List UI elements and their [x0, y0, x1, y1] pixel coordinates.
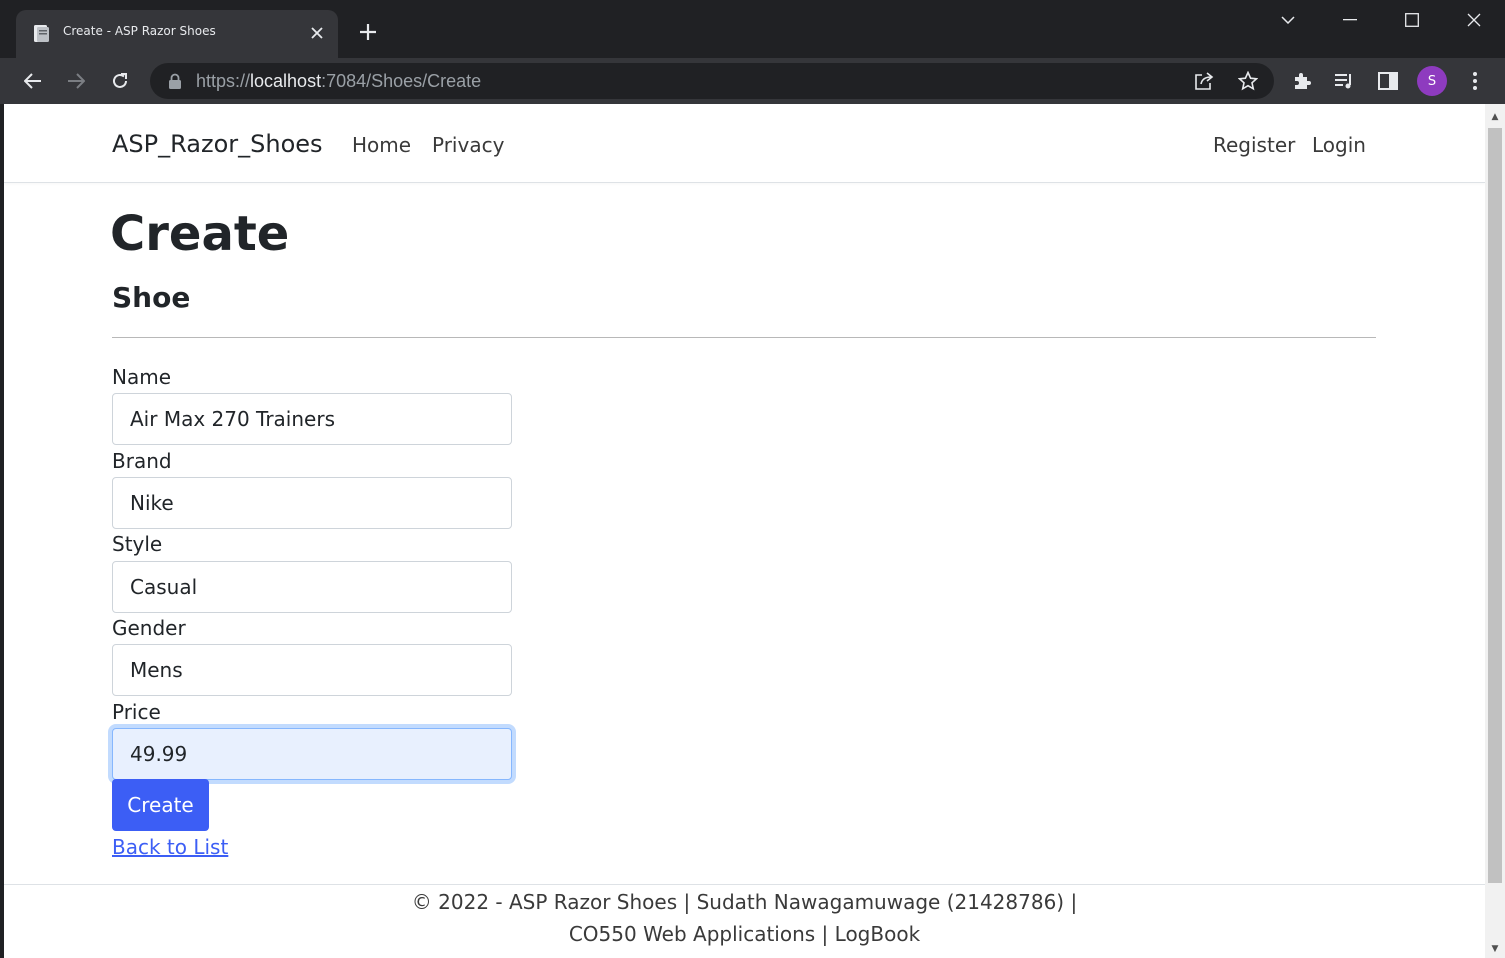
url-text[interactable]: https://localhost:7084/Shoes/Create: [196, 71, 481, 92]
gender-label: Gender: [112, 616, 186, 640]
site-navbar: ASP_Razor_Shoes Home Privacy Register Lo…: [4, 104, 1485, 183]
maximize-icon[interactable]: [1398, 6, 1426, 34]
price-input[interactable]: [112, 728, 512, 780]
divider: [112, 337, 1376, 338]
close-tab-icon[interactable]: [306, 22, 328, 44]
bookmark-star-icon[interactable]: [1232, 65, 1264, 97]
new-tab-icon[interactable]: [354, 18, 382, 46]
gender-input[interactable]: [112, 644, 512, 696]
name-input[interactable]: [112, 393, 512, 445]
page: ASP_Razor_Shoes Home Privacy Register Lo…: [4, 104, 1485, 958]
site-footer: © 2022 - ASP Razor Shoes | Sudath Nawaga…: [4, 884, 1485, 958]
tab-title: Create - ASP Razor Shoes: [63, 24, 216, 38]
address-bar[interactable]: https://localhost:7084/Shoes/Create: [150, 63, 1274, 99]
page-subtitle: Shoe: [112, 281, 191, 314]
browser-tab[interactable]: Create - ASP Razor Shoes: [16, 10, 338, 58]
name-label: Name: [112, 365, 172, 389]
minimize-icon[interactable]: [1336, 6, 1364, 34]
page-viewport: ASP_Razor_Shoes Home Privacy Register Lo…: [4, 104, 1505, 958]
footer-course: CO550 Web Applications | LogBook: [568, 922, 921, 946]
tab-search-icon[interactable]: [1274, 6, 1302, 34]
vertical-scrollbar[interactable]: ▲ ▼: [1485, 104, 1505, 958]
nav-link-login[interactable]: Login: [1312, 133, 1366, 157]
browser-tab-strip: Create - ASP Razor Shoes: [0, 0, 1505, 58]
nav-link-register[interactable]: Register: [1213, 133, 1295, 157]
side-panel-icon[interactable]: [1372, 65, 1404, 97]
brand-input[interactable]: [112, 477, 512, 529]
avatar-letter: S: [1427, 73, 1437, 89]
page-title: Create: [110, 206, 290, 262]
back-to-list-link[interactable]: Back to List: [112, 835, 228, 859]
close-window-icon[interactable]: [1460, 6, 1488, 34]
style-input[interactable]: [112, 561, 512, 613]
share-icon[interactable]: [1188, 65, 1220, 97]
reload-icon[interactable]: [104, 65, 136, 97]
brand-label: Brand: [112, 449, 172, 473]
kebab-menu-icon[interactable]: [1459, 65, 1491, 97]
style-label: Style: [112, 532, 163, 556]
back-arrow-icon[interactable]: [17, 65, 49, 97]
lock-icon[interactable]: [168, 73, 182, 89]
scroll-down-arrow-icon[interactable]: ▼: [1485, 940, 1505, 958]
scrollbar-thumb[interactable]: [1488, 128, 1502, 883]
browser-toolbar: https://localhost:7084/Shoes/Create S: [0, 58, 1505, 104]
forward-arrow-icon[interactable]: [60, 65, 92, 97]
profile-avatar[interactable]: S: [1417, 66, 1447, 96]
extensions-puzzle-icon[interactable]: [1286, 65, 1318, 97]
media-queue-icon[interactable]: [1329, 65, 1361, 97]
nav-link-privacy[interactable]: Privacy: [432, 133, 504, 157]
create-button[interactable]: Create: [112, 779, 209, 831]
scroll-up-arrow-icon[interactable]: ▲: [1485, 108, 1505, 126]
footer-copyright: © 2022 - ASP Razor Shoes | Sudath Nawaga…: [411, 890, 1078, 914]
nav-link-home[interactable]: Home: [352, 133, 411, 157]
brand-link[interactable]: ASP_Razor_Shoes: [112, 130, 323, 158]
page-icon: [34, 25, 49, 42]
price-label: Price: [112, 700, 161, 724]
